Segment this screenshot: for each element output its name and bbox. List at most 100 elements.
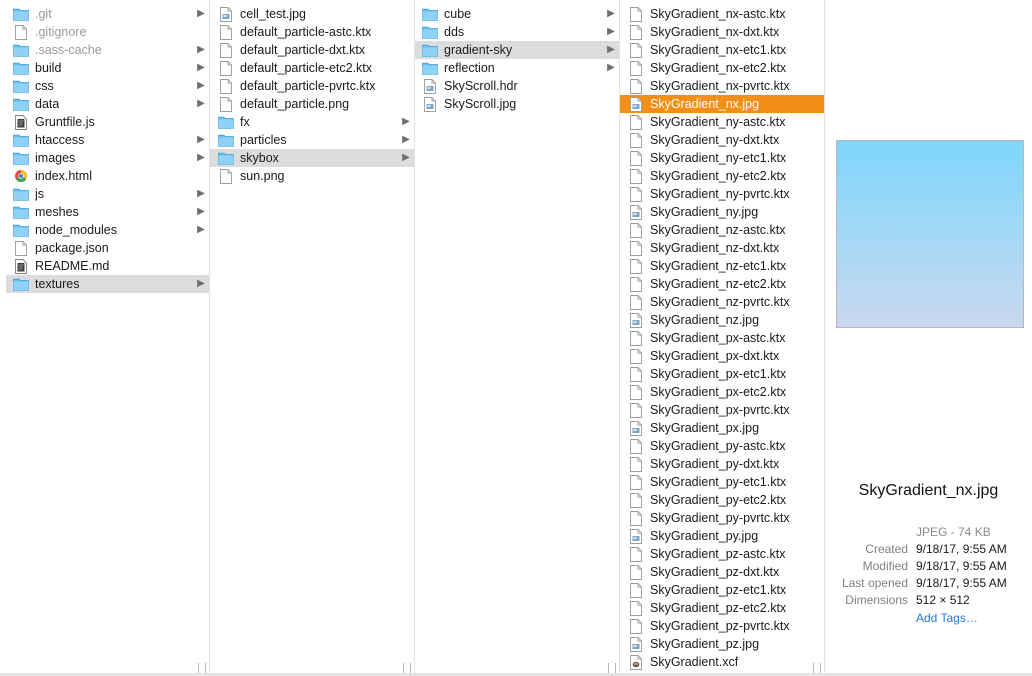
folder-row[interactable]: css ▶	[6, 77, 209, 95]
file-row[interactable]: default_particle-dxt.ktx	[210, 41, 414, 59]
column-resize-handle[interactable]	[403, 663, 411, 673]
file-row[interactable]: SkyGradient_ny-etc2.ktx	[620, 167, 824, 185]
file-row[interactable]: SkyGradient_pz-astc.ktx	[620, 545, 824, 563]
folder-icon	[422, 60, 438, 76]
disclosure-arrow-icon: ▶	[402, 134, 410, 145]
folder-row[interactable]: .git ▶	[6, 5, 209, 23]
folder-row[interactable]: cube ▶	[415, 5, 619, 23]
file-row[interactable]: sun.png	[210, 167, 414, 185]
folder-row[interactable]: images ▶	[6, 149, 209, 167]
column-resize-handle[interactable]	[198, 663, 206, 673]
item-name: SkyGradient_pz-etc1.ktx	[650, 583, 787, 597]
folder-row[interactable]: meshes ▶	[6, 203, 209, 221]
add-tags-link[interactable]: Add Tags…	[916, 611, 978, 625]
folder-row[interactable]: .sass-cache ▶	[6, 41, 209, 59]
document-icon	[628, 438, 644, 454]
file-row[interactable]: SkyGradient_pz-etc2.ktx	[620, 599, 824, 617]
file-row[interactable]: SkyGradient_pz-etc1.ktx	[620, 581, 824, 599]
file-row[interactable]: SkyGradient_ny.jpg	[620, 203, 824, 221]
column-gradient-sky[interactable]: SkyGradient_nx-astc.ktx SkyGradient_nx-dx…	[620, 0, 825, 676]
file-row[interactable]: cell_test.jpg	[210, 5, 414, 23]
folder-row[interactable]: skybox ▶	[210, 149, 414, 167]
file-row[interactable]: SkyGradient_py-dxt.ktx	[620, 455, 824, 473]
meta-key: Created	[865, 542, 908, 556]
preview-pane: SkyGradient_nx.jpg JPEG - 74 KB Created …	[825, 0, 1032, 676]
column-skybox[interactable]: cube ▶ dds ▶ gradient-sky ▶ reflection ▶ SkyScro…	[415, 0, 620, 676]
file-row[interactable]: SkyGradient_nx-pvrtc.ktx	[620, 77, 824, 95]
file-row[interactable]: SkyGradient_pz-dxt.ktx	[620, 563, 824, 581]
item-name: SkyGradient_nx-etc2.ktx	[650, 61, 787, 75]
column-textures[interactable]: cell_test.jpg default_particle-astc.ktx de…	[210, 0, 415, 676]
folder-row[interactable]: htaccess ▶	[6, 131, 209, 149]
script-file-icon	[13, 258, 29, 274]
file-row[interactable]: SkyGradient_nx-astc.ktx	[620, 5, 824, 23]
file-row[interactable]: SkyGradient_nz-astc.ktx	[620, 221, 824, 239]
item-name: SkyGradient_ny-dxt.ktx	[650, 133, 780, 147]
file-row[interactable]: SkyGradient_px-astc.ktx	[620, 329, 824, 347]
folder-row[interactable]: dds ▶	[415, 23, 619, 41]
item-name: SkyGradient_px-pvrtc.ktx	[650, 403, 790, 417]
image-file-icon	[628, 312, 644, 328]
disclosure-arrow-icon: ▶	[197, 8, 205, 19]
column-resize-handle[interactable]	[608, 663, 616, 673]
file-row[interactable]: SkyGradient_nz-dxt.ktx	[620, 239, 824, 257]
file-row[interactable]: SkyGradient_px.jpg	[620, 419, 824, 437]
file-row[interactable]: SkyGradient_px-etc1.ktx	[620, 365, 824, 383]
folder-row[interactable]: fx ▶	[210, 113, 414, 131]
disclosure-arrow-icon: ▶	[197, 152, 205, 163]
file-row[interactable]: default_particle-pvrtc.ktx	[210, 77, 414, 95]
file-row[interactable]: SkyGradient_ny-astc.ktx	[620, 113, 824, 131]
file-row[interactable]: SkyGradient_nx-dxt.ktx	[620, 23, 824, 41]
document-icon	[628, 6, 644, 22]
item-name: index.html	[35, 169, 92, 183]
file-row[interactable]: Gruntfile.js	[6, 113, 209, 131]
file-row[interactable]: SkyGradient_py-etc2.ktx	[620, 491, 824, 509]
file-row[interactable]: SkyGradient_nx-etc1.ktx	[620, 41, 824, 59]
item-name: SkyGradient_py-pvrtc.ktx	[650, 511, 790, 525]
file-row[interactable]: SkyGradient_ny-pvrtc.ktx	[620, 185, 824, 203]
file-row[interactable]: SkyGradient_pz.jpg	[620, 635, 824, 653]
file-row[interactable]: SkyGradient_px-etc2.ktx	[620, 383, 824, 401]
file-row[interactable]: default_particle-etc2.ktx	[210, 59, 414, 77]
folder-row[interactable]: js ▶	[6, 185, 209, 203]
item-name: SkyGradient.xcf	[650, 655, 739, 669]
folder-row[interactable]: build ▶	[6, 59, 209, 77]
file-row[interactable]: SkyGradient_py-astc.ktx	[620, 437, 824, 455]
folder-row[interactable]: data ▶	[6, 95, 209, 113]
item-name: Gruntfile.js	[35, 115, 95, 129]
file-row[interactable]: SkyGradient_px-pvrtc.ktx	[620, 401, 824, 419]
file-row[interactable]: SkyGradient_nz-pvrtc.ktx	[620, 293, 824, 311]
file-row[interactable]: SkyScroll.jpg	[415, 95, 619, 113]
file-row[interactable]: SkyGradient_nz-etc2.ktx	[620, 275, 824, 293]
folder-row[interactable]: gradient-sky ▶	[415, 41, 619, 59]
folder-row[interactable]: reflection ▶	[415, 59, 619, 77]
folder-row[interactable]: node_modules ▶	[6, 221, 209, 239]
file-row[interactable]: SkyGradient_py.jpg	[620, 527, 824, 545]
folder-icon	[422, 6, 438, 22]
file-row[interactable]: SkyGradient_py-pvrtc.ktx	[620, 509, 824, 527]
file-row[interactable]: SkyScroll.hdr	[415, 77, 619, 95]
file-row[interactable]: default_particle-astc.ktx	[210, 23, 414, 41]
column-project-root[interactable]: .git ▶ .gitignore .sass-cache ▶ build ▶ css ▶ dat…	[6, 0, 210, 676]
folder-row[interactable]: particles ▶	[210, 131, 414, 149]
file-row[interactable]: SkyGradient_nz.jpg	[620, 311, 824, 329]
file-row[interactable]: SkyGradient_ny-etc1.ktx	[620, 149, 824, 167]
file-row[interactable]: package.json	[6, 239, 209, 257]
file-row[interactable]: SkyGradient.xcf	[620, 653, 824, 671]
folder-row[interactable]: textures ▶	[6, 275, 209, 293]
file-row[interactable]: README.md	[6, 257, 209, 275]
image-file-icon	[628, 528, 644, 544]
gimp-file-icon	[628, 654, 644, 670]
file-row[interactable]: SkyGradient_pz-pvrtc.ktx	[620, 617, 824, 635]
file-row[interactable]: SkyGradient_py-etc1.ktx	[620, 473, 824, 491]
file-row[interactable]: SkyGradient_nx.jpg	[620, 95, 824, 113]
item-name: SkyGradient_ny-etc1.ktx	[650, 151, 787, 165]
file-row[interactable]: index.html	[6, 167, 209, 185]
item-name: SkyGradient_pz-etc2.ktx	[650, 601, 787, 615]
file-row[interactable]: SkyGradient_px-dxt.ktx	[620, 347, 824, 365]
file-row[interactable]: SkyGradient_nz-etc1.ktx	[620, 257, 824, 275]
file-row[interactable]: SkyGradient_ny-dxt.ktx	[620, 131, 824, 149]
file-row[interactable]: .gitignore	[6, 23, 209, 41]
file-row[interactable]: default_particle.png	[210, 95, 414, 113]
file-row[interactable]: SkyGradient_nx-etc2.ktx	[620, 59, 824, 77]
